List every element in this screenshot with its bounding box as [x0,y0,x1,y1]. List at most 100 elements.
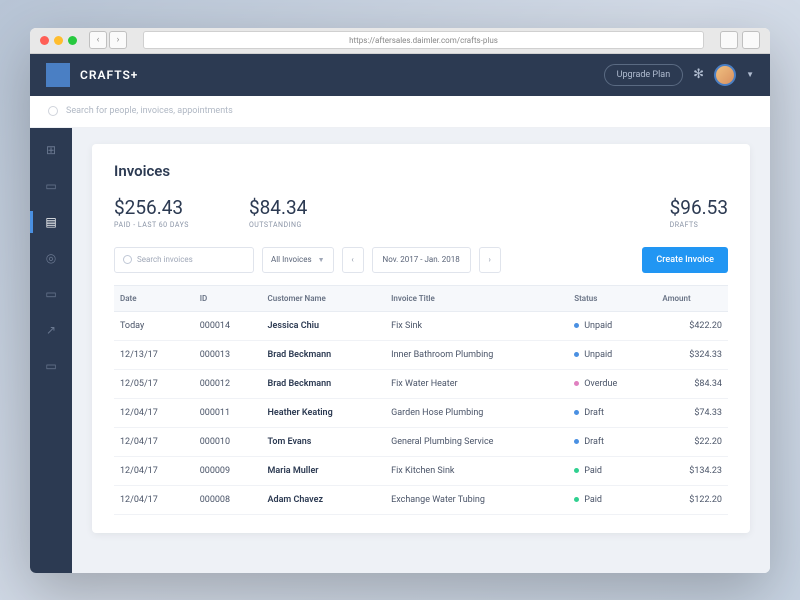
cell-id: 000013 [194,340,262,369]
cell-title: Inner Bathroom Plumbing [385,340,568,369]
search-placeholder: Search for people, invoices, appointment… [66,106,233,116]
invoices-table: Date ID Customer Name Invoice Title Stat… [114,285,728,515]
share-icon[interactable] [720,31,738,49]
cell-status: Paid [568,456,656,485]
sidebar-reports-icon[interactable]: ▭ [43,286,59,302]
nav-arrows: ‹ › [89,31,127,49]
stats-row: $256.43 PAID - LAST 60 DAYS $84.34 OUTST… [114,196,728,229]
col-customer[interactable]: Customer Name [262,285,386,311]
global-search[interactable]: Search for people, invoices, appointment… [30,96,770,128]
cell-amount: $122.20 [656,485,728,514]
table-row[interactable]: Today000014Jessica ChiuFix SinkUnpaid$42… [114,311,728,340]
cell-title: Garden Hose Plumbing [385,398,568,427]
date-next-button[interactable]: › [479,247,501,273]
table-row[interactable]: 12/04/17000008Adam ChavezExchange Water … [114,485,728,514]
status-dot-icon [574,352,579,357]
col-date[interactable]: Date [114,285,194,311]
status-dot-icon [574,468,579,473]
date-prev-button[interactable]: ‹ [342,247,364,273]
avatar[interactable] [714,64,736,86]
table-row[interactable]: 12/04/17000011Heather KeatingGarden Hose… [114,398,728,427]
cell-date: 12/04/17 [114,398,194,427]
cell-amount: $324.33 [656,340,728,369]
brand-name: CRAFTS+ [80,68,138,82]
filter-label: All Invoices [271,255,312,264]
stat-paid-value: $256.43 [114,196,189,219]
maximize-window-button[interactable] [68,36,77,45]
cell-id: 000012 [194,369,262,398]
cell-id: 000014 [194,311,262,340]
table-controls: Search invoices All Invoices ▼ ‹ Nov. 20… [114,247,728,273]
sidebar-dashboard-icon[interactable]: ⊞ [43,142,59,158]
minimize-window-button[interactable] [54,36,63,45]
browser-right-icons [720,31,760,49]
table-row[interactable]: 12/04/17000010Tom EvansGeneral Plumbing … [114,427,728,456]
chevron-down-icon: ▼ [318,256,325,264]
cell-customer: Maria Muller [262,456,386,485]
cell-status: Overdue [568,369,656,398]
search-icon [123,255,132,264]
content-area: Invoices $256.43 PAID - LAST 60 DAYS $84… [72,128,770,573]
sidebar: ⊞ ▭ ▤ ◎ ▭ ↗ ▭ [30,128,72,573]
cell-customer: Heather Keating [262,398,386,427]
url-bar[interactable]: https://aftersales.daimler.com/crafts-pl… [143,31,704,49]
col-title[interactable]: Invoice Title [385,285,568,311]
sidebar-archive-icon[interactable]: ▭ [43,358,59,374]
status-dot-icon [574,381,579,386]
stat-paid: $256.43 PAID - LAST 60 DAYS [114,196,189,229]
logo-icon [46,63,70,87]
back-button[interactable]: ‹ [89,31,107,49]
stat-drafts-label: DRAFTS [670,221,728,229]
stat-drafts-value: $96.53 [670,196,728,219]
invoice-search-placeholder: Search invoices [137,255,193,264]
date-range[interactable]: Nov. 2017 - Jan. 2018 [372,247,471,273]
tabs-icon[interactable] [742,31,760,49]
cell-status: Unpaid [568,340,656,369]
cell-status: Unpaid [568,311,656,340]
stat-drafts: $96.53 DRAFTS [670,196,728,229]
sidebar-export-icon[interactable]: ↗ [43,322,59,338]
page-title: Invoices [114,162,728,180]
invoice-search-input[interactable]: Search invoices [114,247,254,273]
forward-button[interactable]: › [109,31,127,49]
chevron-down-icon[interactable]: ▼ [746,70,754,79]
status-dot-icon [574,323,579,328]
app-frame: CRAFTS+ Upgrade Plan ✻ ▼ Search for peop… [30,54,770,573]
cell-date: 12/04/17 [114,427,194,456]
cell-date: 12/04/17 [114,456,194,485]
cell-id: 000008 [194,485,262,514]
browser-chrome: ‹ › https://aftersales.daimler.com/craft… [30,28,770,54]
close-window-button[interactable] [40,36,49,45]
cell-id: 000010 [194,427,262,456]
sidebar-invoices-icon[interactable]: ▤ [43,214,59,230]
upgrade-plan-button[interactable]: Upgrade Plan [604,64,684,86]
status-dot-icon [574,410,579,415]
sidebar-calendar-icon[interactable]: ▭ [43,178,59,194]
status-dot-icon [574,439,579,444]
cell-date: 12/13/17 [114,340,194,369]
cell-amount: $422.20 [656,311,728,340]
settings-icon[interactable]: ✻ [693,67,704,82]
cell-amount: $134.23 [656,456,728,485]
stat-outstanding-value: $84.34 [249,196,307,219]
cell-id: 000009 [194,456,262,485]
cell-title: General Plumbing Service [385,427,568,456]
cell-status: Draft [568,398,656,427]
table-row[interactable]: 12/13/17000013Brad BeckmannInner Bathroo… [114,340,728,369]
cell-date: 12/04/17 [114,485,194,514]
col-amount[interactable]: Amount [656,285,728,311]
col-id[interactable]: ID [194,285,262,311]
stat-outstanding-label: OUTSTANDING [249,221,307,229]
create-invoice-button[interactable]: Create Invoice [642,247,728,273]
col-status[interactable]: Status [568,285,656,311]
cell-amount: $74.33 [656,398,728,427]
cell-customer: Adam Chavez [262,485,386,514]
table-row[interactable]: 12/04/17000009Maria MullerFix Kitchen Si… [114,456,728,485]
filter-dropdown[interactable]: All Invoices ▼ [262,247,334,273]
sidebar-customers-icon[interactable]: ◎ [43,250,59,266]
cell-date: 12/05/17 [114,369,194,398]
traffic-lights [40,36,77,45]
table-row[interactable]: 12/05/17000012Brad BeckmannFix Water Hea… [114,369,728,398]
stat-outstanding: $84.34 OUTSTANDING [249,196,307,229]
cell-title: Fix Kitchen Sink [385,456,568,485]
